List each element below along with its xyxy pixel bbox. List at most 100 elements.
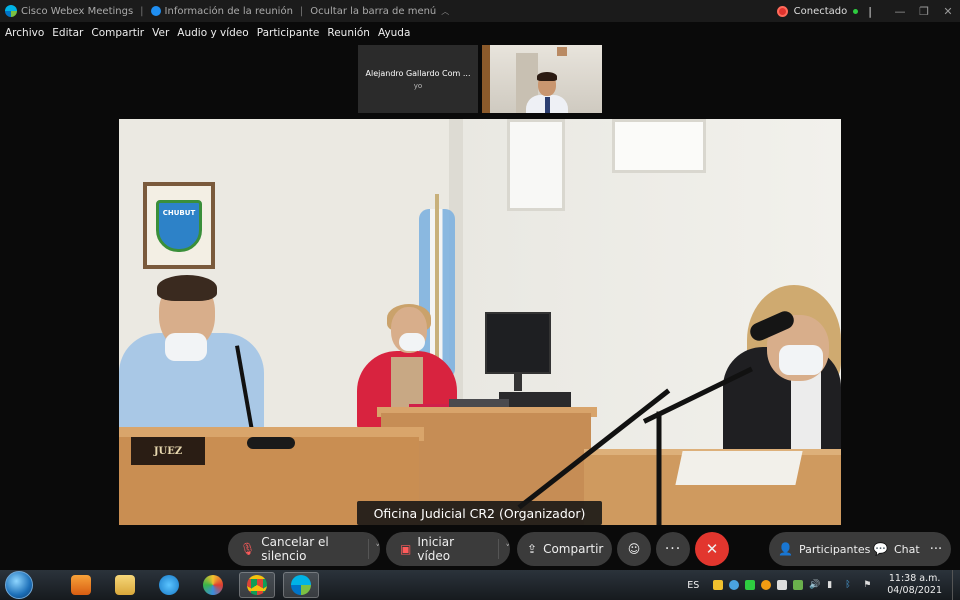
chevron-up-icon[interactable]: ︿: [441, 6, 449, 17]
video-face-mask: [399, 333, 425, 351]
video-monitor: [485, 312, 551, 374]
menu-compartir[interactable]: Compartir: [91, 27, 144, 39]
self-thumbnail[interactable]: Alejandro Gallardo Com ... yo: [358, 45, 478, 113]
menu-ayuda[interactable]: Ayuda: [378, 27, 410, 39]
clock-time: 11:38 a.m.: [888, 573, 941, 584]
smiley-icon: ☺: [627, 542, 641, 556]
connection-status: Conectado: [793, 5, 848, 17]
clock-date: 04/08/2021: [887, 585, 942, 596]
bluetooth-icon[interactable]: ᛒ: [845, 580, 857, 590]
menu-participante[interactable]: Participante: [257, 27, 320, 39]
flag-icon[interactable]: ⚑: [863, 580, 875, 590]
share-label: Compartir: [543, 542, 604, 556]
internet-explorer-icon: [159, 575, 179, 595]
menu-archivo[interactable]: Archivo: [5, 27, 44, 39]
more-options-button[interactable]: ···: [656, 532, 690, 566]
minimize-button[interactable]: —: [888, 5, 912, 18]
windows-taskbar: ES 🔊 ▮ ᛒ ⚑ 11:38 a.m. 04/08/2021: [0, 570, 960, 600]
clock[interactable]: 11:38 a.m. 04/08/2021: [887, 573, 942, 597]
chevron-down-icon[interactable]: ˅: [506, 544, 511, 554]
participant-video-thumbnail[interactable]: [482, 45, 602, 113]
info-icon[interactable]: [150, 6, 161, 16]
video-coat-of-arms-frame: CHUBUT: [143, 182, 215, 269]
main-video[interactable]: CHUBUT JUEZ: [119, 119, 841, 525]
chevron-down-icon[interactable]: ˅: [376, 544, 381, 554]
video-face-mask: [779, 345, 823, 375]
video-off-icon: ▣: [400, 542, 412, 556]
participants-label: Participantes: [798, 542, 871, 556]
thumb-person-tie: [545, 97, 550, 113]
leave-meeting-button[interactable]: ✕: [695, 532, 729, 566]
taskbar-ie[interactable]: [151, 572, 187, 598]
maximize-button[interactable]: ❐: [912, 5, 936, 18]
taskbar-chrome[interactable]: [239, 572, 275, 598]
share-button[interactable]: ⇪ Compartir: [517, 532, 612, 566]
thumb-person-hair: [537, 72, 557, 81]
recording-icon[interactable]: [776, 5, 788, 17]
show-desktop-button[interactable]: [952, 570, 960, 600]
panel-more-button[interactable]: ···: [921, 532, 951, 566]
hide-menu-bar-link[interactable]: Ocultar la barra de menú: [310, 6, 436, 17]
video-mic-stand: [656, 411, 662, 525]
taskbar-paint[interactable]: [195, 572, 231, 598]
chrome-icon: [247, 575, 267, 595]
network-icon[interactable]: ▮: [827, 580, 839, 590]
paint-icon: [203, 575, 223, 595]
close-button[interactable]: ✕: [936, 5, 960, 18]
webex-icon: [291, 575, 311, 595]
language-indicator[interactable]: ES: [687, 580, 699, 591]
tray-app-icon[interactable]: [729, 580, 740, 590]
title-right: Conectado | — ❐ ✕: [776, 0, 960, 22]
taskbar-explorer[interactable]: [107, 572, 143, 598]
unmute-button[interactable]: 🎙 Cancelar el silencio ˅: [228, 532, 380, 566]
close-icon: ✕: [705, 540, 719, 558]
video-microphone-base: [247, 437, 295, 449]
connected-dot-icon: [853, 8, 859, 14]
start-button-icon[interactable]: [5, 571, 33, 599]
tray-app-icon[interactable]: [713, 580, 724, 590]
meeting-info-link[interactable]: Información de la reunión: [165, 6, 293, 17]
webex-logo-icon: [5, 5, 17, 17]
video-judge-hair: [157, 275, 217, 301]
shield-icon[interactable]: [745, 580, 756, 590]
video-face-mask: [165, 333, 207, 361]
start-video-label: Iniciar vídeo: [417, 535, 455, 563]
video-frame-inner: CHUBUT: [147, 186, 211, 265]
thumbnail-self-label: yo: [413, 81, 423, 90]
start-video-button[interactable]: ▣ Iniciar vídeo ˅: [386, 532, 510, 566]
title-separator: |: [299, 5, 304, 17]
tray-app-icon[interactable]: [777, 580, 788, 590]
active-speaker-label: Oficina Judicial CR2 (Organizador): [357, 501, 602, 525]
reactions-button[interactable]: ☺: [617, 532, 651, 566]
tray-app-icon[interactable]: [761, 580, 772, 590]
title-separator: |: [140, 5, 144, 17]
video-papers: [675, 451, 803, 485]
participants-button[interactable]: 👤 Participantes: [769, 532, 870, 566]
title-separator: |: [868, 4, 872, 18]
thumb-picture: [557, 47, 567, 56]
folder-icon: [115, 575, 135, 595]
menu-audio-video[interactable]: Audio y vídeo: [177, 27, 248, 39]
menu-ver[interactable]: Ver: [152, 27, 169, 39]
thumbnail-name: Alejandro Gallardo Com ...: [365, 68, 471, 78]
unmute-label: Cancelar el silencio: [261, 535, 329, 563]
menu-editar[interactable]: Editar: [52, 27, 83, 39]
ellipsis-icon: ···: [664, 541, 682, 557]
video-shield: CHUBUT: [156, 199, 202, 252]
chat-button[interactable]: 💬 Chat: [865, 532, 925, 566]
taskbar-media-player[interactable]: [63, 572, 99, 598]
app-title: Cisco Webex Meetings: [21, 5, 134, 17]
video-window: [507, 119, 565, 211]
volume-icon[interactable]: 🔊: [809, 580, 821, 590]
taskbar-webex[interactable]: [283, 572, 319, 598]
menu-bar: Archivo Editar Compartir Ver Audio y víd…: [0, 24, 413, 42]
ellipsis-icon: ···: [929, 541, 943, 557]
media-player-icon: [71, 575, 91, 595]
tray-app-icon[interactable]: [793, 580, 804, 590]
control-divider: [497, 539, 499, 559]
share-icon: ⇪: [527, 542, 538, 556]
person-icon: 👤: [778, 542, 793, 556]
chat-bubble-icon: 💬: [873, 542, 888, 556]
menu-reunion[interactable]: Reunión: [327, 27, 370, 39]
video-judge-sign: JUEZ: [131, 437, 205, 465]
